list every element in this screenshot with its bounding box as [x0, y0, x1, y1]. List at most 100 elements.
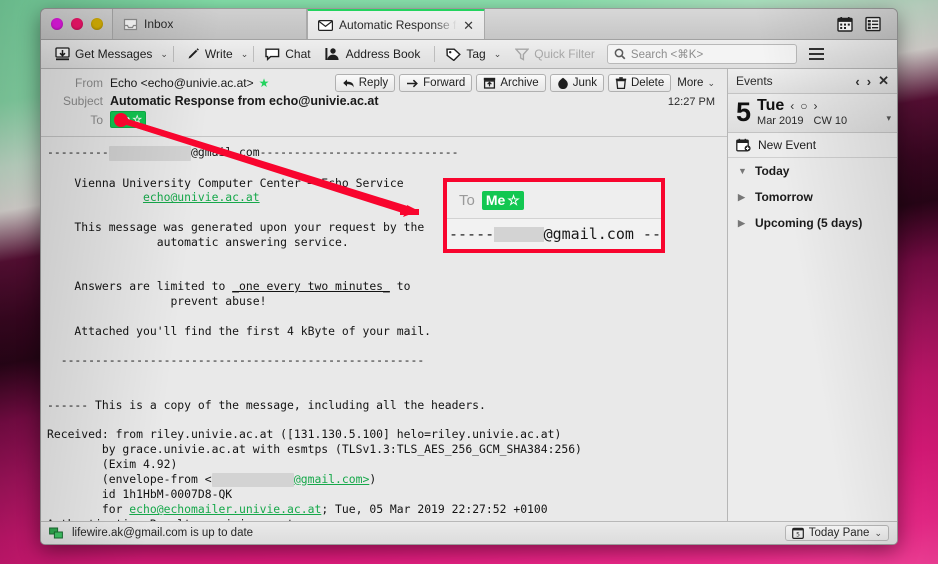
body-generated-line-2: automatic answering service.	[47, 234, 349, 249]
subject-label: Subject	[62, 93, 103, 108]
today-pane-toggle-button[interactable]: 5 Today Pane ⌄	[784, 525, 889, 541]
message-actions: Reply Forward Archive Junk Delete More ⌄	[334, 74, 717, 92]
desktop-background: Inbox Automatic Response from ec ✕	[0, 0, 938, 564]
tab-bar: Inbox Automatic Response from ec ✕	[41, 9, 897, 40]
search-input[interactable]: Search <⌘K>	[606, 44, 797, 64]
tag-icon	[446, 48, 462, 61]
close-tab-icon[interactable]: ✕	[463, 19, 474, 32]
forward-icon	[406, 78, 419, 89]
chevron-down-icon: ⌄	[874, 527, 882, 538]
header-envelope-from-pre: (envelope-from <	[47, 471, 212, 486]
quick-filter-button[interactable]: Quick Filter	[509, 45, 601, 63]
tab-bar-icons	[837, 9, 897, 39]
body-rule-left: ---------	[47, 145, 109, 159]
address-book-button[interactable]: Address Book	[319, 45, 427, 63]
delete-button[interactable]: Delete	[608, 74, 672, 92]
address-book-icon	[325, 47, 341, 61]
get-messages-label: Get Messages	[75, 47, 153, 61]
tag-caret-icon[interactable]: ⌄	[494, 49, 502, 60]
header-for-post: ; Tue, 05 Mar 2019 22:27:52 +0100	[321, 502, 548, 517]
redacted-envelope-from	[211, 472, 294, 488]
calendar-icon[interactable]	[837, 16, 853, 32]
date-next-button[interactable]: ›	[814, 99, 818, 113]
zoom-window-button[interactable]	[91, 17, 103, 30]
event-group-today[interactable]: ▼ Today	[728, 158, 897, 184]
callout-dashes-right: --	[633, 225, 661, 243]
new-event-button[interactable]: New Event	[728, 133, 897, 158]
pencil-icon	[185, 47, 200, 61]
more-label: More	[677, 77, 704, 89]
write-caret-icon[interactable]: ⌄	[241, 49, 249, 60]
write-button[interactable]: Write	[179, 45, 239, 63]
star-icon[interactable]: ★	[259, 76, 270, 90]
body-indent	[47, 190, 143, 204]
event-group-tomorrow[interactable]: ▶ Tomorrow	[728, 184, 897, 210]
subject-row: Subject Automatic Response from echo@uni…	[51, 93, 717, 108]
from-value[interactable]: Echo <echo@univie.ac.at>	[110, 76, 254, 90]
header-received-1: Received: from riley.univie.ac.at ([131.…	[47, 427, 562, 442]
close-window-button[interactable]	[51, 17, 63, 30]
events-next-button[interactable]: ›	[867, 74, 871, 89]
triangle-down-icon[interactable]: ▼	[738, 166, 747, 176]
main-toolbar: Get Messages ⌄ Write ⌄ Chat Address Book…	[41, 40, 897, 69]
echo-univie-link[interactable]: echo@univie.ac.at	[143, 190, 260, 204]
reply-button[interactable]: Reply	[334, 74, 396, 92]
date-expand-caret-icon[interactable]: ▾	[886, 113, 891, 127]
header-envelope-from-post: )	[369, 471, 377, 486]
tag-button[interactable]: Tag	[440, 45, 491, 63]
tab-inbox[interactable]: Inbox	[112, 9, 307, 39]
junk-icon	[557, 77, 569, 89]
app-menu-button[interactable]	[808, 48, 824, 60]
day-name: Tue	[757, 97, 785, 114]
echomailer-link[interactable]: echo@echomailer.univie.ac.at	[129, 502, 321, 516]
search-placeholder: Search <⌘K>	[630, 49, 704, 61]
message-timestamp: 12:27 PM	[667, 96, 715, 108]
thunderbird-window: Inbox Automatic Response from ec ✕	[40, 8, 898, 545]
recipient-star-icon[interactable]: ☆	[132, 113, 142, 126]
tab-bar-spacer	[485, 9, 837, 39]
trash-icon	[615, 77, 627, 89]
event-group-label: Today	[755, 164, 790, 178]
date-today-button[interactable]: ○	[800, 99, 807, 113]
get-messages-caret-icon[interactable]: ⌄	[160, 49, 168, 60]
more-button[interactable]: More ⌄	[675, 75, 717, 91]
chat-bubble-icon	[265, 48, 280, 61]
header-for-pre: for	[47, 502, 130, 517]
reply-icon	[342, 78, 355, 89]
event-group-label: Upcoming (5 days)	[755, 216, 863, 230]
header-auth-1: Authentication-Results: univie.ac.at;	[47, 517, 301, 521]
close-today-pane-button[interactable]: ✕	[878, 73, 889, 89]
svg-text:5: 5	[796, 532, 800, 539]
event-group-upcoming[interactable]: ▶ Upcoming (5 days)	[728, 210, 897, 236]
day-number: 5	[736, 97, 752, 127]
get-messages-icon	[55, 47, 70, 61]
account-status-label: lifewire.ak@gmail.com is up to date	[72, 527, 254, 539]
envelope-from-link[interactable]: @gmail.com>	[294, 472, 369, 486]
content-split: From Echo <echo@univie.ac.at> ★ Subject …	[41, 69, 897, 521]
triangle-right-icon[interactable]: ▶	[738, 218, 746, 229]
archive-button[interactable]: Archive	[476, 74, 546, 92]
junk-button[interactable]: Junk	[549, 74, 604, 92]
tab-label: Inbox	[144, 17, 174, 31]
forward-button[interactable]: Forward	[399, 74, 473, 92]
recipient-pill-me[interactable]: Me ☆	[110, 111, 147, 128]
callout-address-row: ----- @gmail.com --	[447, 219, 661, 249]
body-rule-right: -----------------------------	[259, 145, 459, 159]
body-divider: ----------------------------------------…	[47, 353, 425, 368]
date-prev-button[interactable]: ‹	[790, 99, 794, 113]
triangle-right-icon[interactable]: ▶	[738, 192, 746, 203]
callout-dashes-left: -----	[449, 225, 495, 243]
redacted-sender	[108, 146, 192, 161]
status-bar: lifewire.ak@gmail.com is up to date 5 To…	[41, 521, 897, 544]
subject-value: Automatic Response from echo@univie.ac.a…	[110, 93, 379, 108]
tab-automatic-response[interactable]: Automatic Response from ec ✕	[307, 9, 485, 39]
body-generated-line-1: This message was generated upon your req…	[47, 219, 425, 234]
body-copy-line: ------ This is a copy of the message, in…	[47, 397, 486, 412]
tasks-icon[interactable]	[865, 16, 881, 32]
chat-button[interactable]: Chat	[259, 45, 316, 63]
get-messages-button[interactable]: Get Messages	[49, 45, 158, 63]
minimize-window-button[interactable]	[71, 17, 83, 30]
events-prev-button[interactable]: ‹	[855, 74, 859, 89]
toolbar-separator	[434, 46, 436, 62]
body-attached-line: Attached you'll find the first 4 kByte o…	[47, 323, 432, 338]
